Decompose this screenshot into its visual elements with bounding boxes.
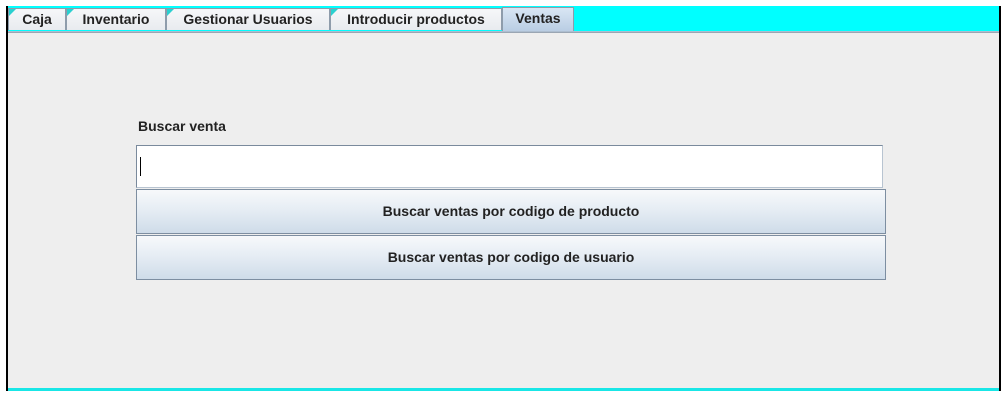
tab-caja[interactable]: Caja: [8, 8, 66, 30]
search-sale-input[interactable]: [136, 145, 883, 188]
text-caret: [140, 157, 141, 176]
tab-ventas[interactable]: Ventas: [502, 7, 574, 31]
main-window: Caja Inventario Gestionar Usuarios Intro…: [6, 6, 1001, 391]
tab-introducir-productos[interactable]: Introducir productos: [330, 8, 502, 30]
bottom-border: [8, 388, 999, 391]
tab-inventario[interactable]: Inventario: [66, 8, 166, 30]
search-by-user-code-button[interactable]: Buscar ventas por codigo de usuario: [136, 235, 886, 280]
tab-bar: Caja Inventario Gestionar Usuarios Intro…: [8, 6, 999, 33]
search-by-product-code-button[interactable]: Buscar ventas por codigo de producto: [136, 189, 886, 234]
tab-gestionar-usuarios[interactable]: Gestionar Usuarios: [166, 8, 330, 30]
tab-strip-divider: [8, 31, 999, 32]
search-sale-label: Buscar venta: [138, 118, 226, 134]
